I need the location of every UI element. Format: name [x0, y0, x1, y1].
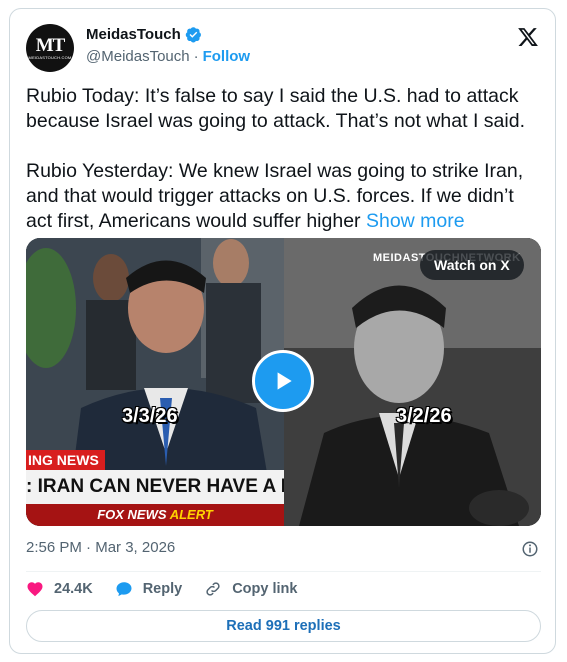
copy-link-button[interactable]: Copy link [204, 580, 297, 598]
follow-button[interactable]: Follow [203, 48, 251, 65]
video-left-panel: 3/3/26 ING NEWS : IRAN CAN NEVER HAVE A … [26, 238, 284, 526]
chyron-brand: FOX NEWS [97, 507, 167, 522]
right-date-label: 3/2/26 [396, 405, 452, 427]
chyron-alert: ALERT [169, 507, 213, 522]
timestamp-separator: · [86, 539, 92, 556]
verified-badge-icon [185, 27, 201, 43]
show-more-link[interactable]: Show more [366, 210, 465, 232]
play-button[interactable] [252, 350, 314, 412]
like-count: 24.4K [54, 581, 93, 597]
heart-icon [27, 582, 43, 597]
link-icon [206, 582, 220, 596]
post-paragraph-1: Rubio Today: It’s false to say I said th… [26, 85, 525, 132]
action-bar: 24.4K Reply Copy link [26, 579, 319, 599]
video-right-panel [284, 238, 541, 526]
play-icon [277, 372, 292, 390]
reply-button[interactable]: Reply [115, 580, 183, 598]
post-card: MT MEIDASTOUCH.COM MeidasTouch @MeidasTo… [9, 8, 556, 654]
chyron-tag: ING NEWS [26, 450, 105, 470]
chyron-text: : IRAN CAN NEVER HAVE A NUCLEA [26, 470, 284, 504]
post-date: Mar 3, 2026 [95, 539, 176, 556]
post-timestamp[interactable]: 2:56 PM · Mar 3, 2026 [26, 539, 175, 556]
chyron-brand-bar: FOX NEWS ALERT [26, 504, 284, 526]
like-button[interactable]: 24.4K [26, 580, 93, 598]
x-logo-icon[interactable] [517, 26, 539, 48]
author-name[interactable]: MeidasTouch [86, 26, 181, 43]
video-player[interactable]: 3/3/26 ING NEWS : IRAN CAN NEVER HAVE A … [26, 238, 541, 526]
avatar-subtext: MEIDASTOUCH.COM [28, 54, 72, 60]
author-handle[interactable]: @MeidasTouch [86, 48, 190, 65]
copy-link-label: Copy link [232, 581, 298, 597]
avatar-monogram: MT [35, 34, 66, 56]
divider [26, 571, 541, 572]
reply-label: Reply [142, 581, 183, 597]
handle-separator: · [193, 48, 199, 65]
post-paragraph-2: Rubio Yesterday: We knew Israel was goin… [26, 159, 541, 234]
left-date-label: 3/3/26 [122, 405, 178, 427]
right-scene-illustration [284, 238, 541, 526]
read-replies-button[interactable]: Read 991 replies [26, 610, 541, 642]
avatar[interactable]: MT MEIDASTOUCH.COM [26, 24, 74, 72]
watch-on-x-button[interactable]: Watch on X [420, 250, 524, 280]
author-handle-row: @MeidasTouch · Follow [86, 48, 250, 65]
author-name-row: MeidasTouch [86, 26, 202, 43]
post-time: 2:56 PM [26, 539, 82, 556]
post-text: Rubio Today: It’s false to say I said th… [26, 84, 541, 234]
info-icon[interactable] [521, 540, 539, 558]
reply-bubble-icon [116, 582, 132, 597]
